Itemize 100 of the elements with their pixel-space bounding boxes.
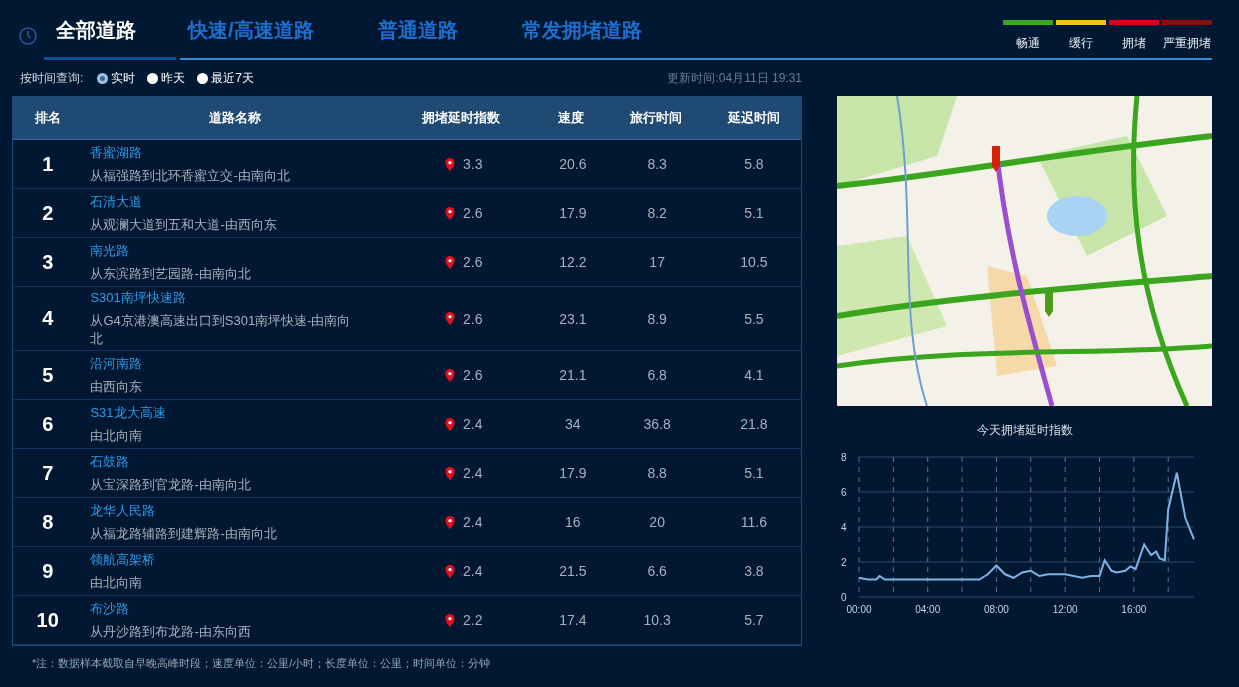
table-cell-text: 23.1 <box>558 310 588 327</box>
table-cell-text: 5.1 <box>743 205 765 221</box>
road-section: 从观澜大道到五和大道-由西向东 <box>90 215 364 234</box>
index-value: 2.2 <box>462 612 483 628</box>
table-cell-text: 17.9 <box>558 465 588 481</box>
tab[interactable]: 快速/高速道路 <box>176 0 366 60</box>
axis-label: 04:00 <box>915 604 941 615</box>
table-cell-text: 5.5 <box>743 310 765 327</box>
rank-cell-text: 9 <box>41 559 55 583</box>
table-cell-text: 21.5 <box>558 563 588 579</box>
axis-label: 00:00 <box>846 604 872 615</box>
legend-label: 畅通 <box>1015 35 1040 52</box>
table-cell-text: 6.6 <box>646 563 668 579</box>
radio-option[interactable]: 昨天 <box>147 69 186 87</box>
rank-cell-text: 8 <box>41 510 55 534</box>
index-value: 2.6 <box>462 310 483 327</box>
axis-label: 16:00 <box>1121 604 1147 615</box>
axis-label: 12:00 <box>1052 604 1078 615</box>
table-cell-text: 3.8 <box>743 563 765 579</box>
road-section: 从宝深路到官龙路-由南向北 <box>90 475 364 494</box>
road-section: 由北向南 <box>90 426 364 445</box>
location-pin-icon <box>444 206 455 220</box>
location-pin-icon <box>444 515 455 529</box>
road-link[interactable]: 石鼓路 <box>90 452 364 471</box>
column-header: 速度 <box>557 109 585 127</box>
road-link[interactable]: 石清大道 <box>90 192 364 211</box>
road-section: 由北向南 <box>90 573 364 592</box>
column-header: 排名 <box>34 109 62 127</box>
axis-label: 6 <box>841 487 847 498</box>
table-cell-text: 6.8 <box>646 367 668 383</box>
index-value: 3.3 <box>462 156 483 172</box>
column-header: 道路名称 <box>207 109 262 127</box>
road-link[interactable]: 香蜜湖路 <box>90 143 364 162</box>
legend-label: 拥堵 <box>1121 35 1146 52</box>
radio-option[interactable]: 最近7天 <box>197 69 255 87</box>
update-time: 更新时间:04月11日 19:31 <box>667 69 802 87</box>
tab[interactable]: 全部道路 <box>44 0 176 60</box>
column-header: 拥堵延时指数 <box>421 109 501 127</box>
index-value: 2.4 <box>462 416 483 432</box>
location-pin-icon <box>444 368 455 382</box>
radio-button[interactable] <box>147 72 159 84</box>
rank-cell-text: 6 <box>41 412 55 436</box>
chart-title: 今天拥堵延时指数 <box>975 422 1074 439</box>
table-cell-text: 17.9 <box>558 205 588 221</box>
location-pin-icon <box>444 466 455 480</box>
table-cell-text: 20.6 <box>558 156 588 172</box>
road-link[interactable]: 南光路 <box>90 241 364 260</box>
rank-cell-text: 1 <box>41 152 55 176</box>
table-cell-text: 10.5 <box>739 254 769 270</box>
table-cell-text: 21.1 <box>558 367 588 383</box>
index-value: 2.6 <box>462 254 483 270</box>
index-value: 2.6 <box>462 205 483 221</box>
road-link[interactable]: 布沙路 <box>90 599 364 618</box>
table-cell-text: 17 <box>648 254 666 270</box>
table-cell-text: 5.8 <box>743 156 765 172</box>
rank-cell-text: 5 <box>41 363 55 387</box>
radio-button[interactable] <box>97 72 109 84</box>
filter-label: 按时间查询: <box>20 69 84 87</box>
index-value: 2.4 <box>462 465 483 481</box>
road-link[interactable]: 沿河南路 <box>90 354 364 373</box>
table-cell-text: 5.1 <box>743 465 765 481</box>
rank-cell-text: 10 <box>35 608 60 632</box>
table-cell-text: 8.9 <box>646 310 668 327</box>
location-pin-icon <box>444 564 455 578</box>
road-link[interactable]: S31龙大高速 <box>90 403 364 422</box>
index-value: 2.4 <box>462 563 483 579</box>
table-cell-text: 16 <box>564 514 582 530</box>
tab[interactable]: 常发拥堵道路 <box>509 0 694 60</box>
table-cell-text: 11.6 <box>739 514 768 530</box>
table-cell-text: 4.1 <box>743 367 765 383</box>
table-cell-text: 12.2 <box>558 254 588 270</box>
table-cell-text: 8.8 <box>646 465 668 481</box>
axis-label: 8 <box>841 452 847 463</box>
road-section: 由西向东 <box>90 377 364 396</box>
legend-label: 严重拥堵 <box>1162 35 1211 52</box>
location-pin-icon <box>444 312 455 325</box>
radio-button[interactable] <box>197 72 209 84</box>
axis-label: 2 <box>841 557 847 568</box>
table-cell-text: 17.4 <box>558 612 588 628</box>
radio-option[interactable]: 实时 <box>97 69 136 87</box>
tab[interactable]: 普通道路 <box>365 0 510 60</box>
road-section: 从G4京港澳高速出口到S301南坪快速-由南向北 <box>90 312 364 348</box>
axis-label: 0 <box>841 592 847 603</box>
table-cell-text: 10.3 <box>642 612 672 628</box>
location-pin-icon <box>444 255 455 269</box>
road-section: 从福强路到北环香蜜立交-由南向北 <box>90 166 364 185</box>
column-header: 延迟时间 <box>726 109 781 127</box>
legend-label: 缓行 <box>1068 35 1093 52</box>
footnote: *注：数据样本截取自早晚高峰时段；速度单位：公里/小时；长度单位：公里；时间单位：分钟 <box>31 656 492 671</box>
road-link[interactable]: 领航高架桥 <box>90 550 364 569</box>
road-section: 从福龙路辅路到建辉路-由南向北 <box>90 524 364 543</box>
road-link[interactable]: S301南坪快速路 <box>90 289 364 307</box>
location-pin-icon <box>444 613 455 627</box>
road-section: 从东滨路到艺园路-由南向北 <box>90 264 364 283</box>
table-cell-text: 36.8 <box>642 416 672 432</box>
road-link[interactable]: 龙华人民路 <box>90 501 364 520</box>
location-pin-icon <box>444 417 455 431</box>
axis-label: 4 <box>841 522 847 533</box>
table-cell-text: 8.3 <box>646 156 668 172</box>
rank-cell-text: 3 <box>41 250 55 274</box>
